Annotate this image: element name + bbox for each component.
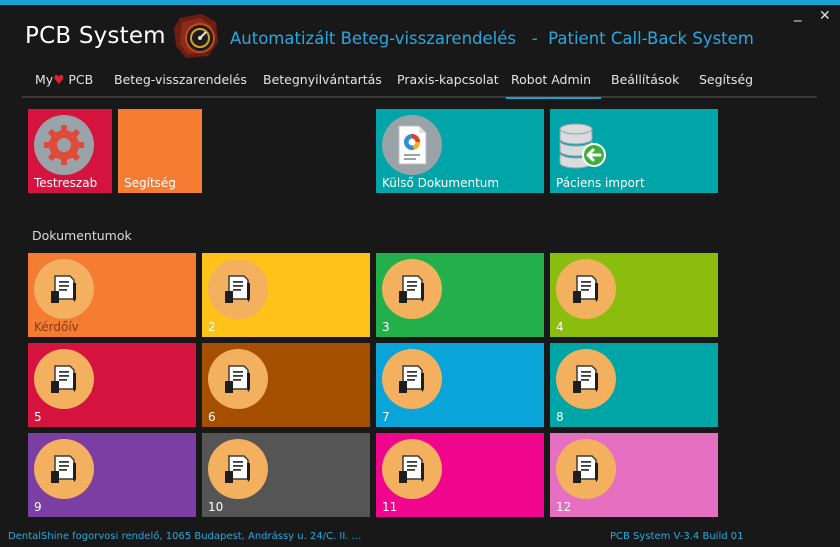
- document-pen-icon: [46, 361, 82, 397]
- gear-icon: [42, 123, 86, 167]
- document-pen-icon: [394, 451, 430, 487]
- app-tagline: Automatizált Beteg-visszarendelés - Pati…: [230, 29, 754, 48]
- document-pen-icon: [568, 361, 604, 397]
- document-icon-circle: [208, 349, 268, 409]
- document-tile[interactable]: 5: [28, 343, 196, 427]
- menu-item-beallitasok[interactable]: Beállítások: [611, 72, 679, 87]
- document-tile-label: 5: [34, 410, 42, 424]
- app-logo: [172, 12, 222, 60]
- document-pen-icon: [394, 271, 430, 307]
- document-pen-icon: [220, 271, 256, 307]
- document-icon-circle: [382, 349, 442, 409]
- document-tile-label: 12: [556, 500, 572, 514]
- document-tile[interactable]: 8: [550, 343, 718, 427]
- menu-item-my-pcb-suffix: PCB: [64, 72, 94, 87]
- tile-testreszab[interactable]: Testreszab: [28, 109, 112, 193]
- main-menu: My♥ PCB Beteg-visszarendelés Betegnyilvá…: [22, 66, 817, 99]
- document-tile-label: 11: [382, 500, 398, 514]
- menu-item-my-pcb[interactable]: My♥ PCB: [35, 72, 93, 87]
- tile-segitseg[interactable]: Segítség: [118, 109, 202, 193]
- tile-kulso-dokumentum-icon-circle: [382, 115, 442, 175]
- document-icon-circle: [34, 349, 94, 409]
- document-icon-circle: [556, 349, 616, 409]
- document-tile[interactable]: 12: [550, 433, 718, 517]
- close-button[interactable]: ✕: [819, 8, 831, 24]
- document-tile-label: 6: [208, 410, 216, 424]
- document-tile-label: 2: [208, 320, 216, 334]
- menu-item-betegnyilvantartas[interactable]: Betegnyilvántartás: [263, 72, 382, 87]
- footer-version: PCB System V-3.4 Build 01: [610, 531, 744, 542]
- tile-kulso-dokumentum[interactable]: Külső Dokumentum: [376, 109, 544, 193]
- menu-item-my-pcb-prefix: My: [35, 72, 54, 87]
- document-pen-icon: [394, 361, 430, 397]
- document-tile-label: 10: [208, 500, 224, 514]
- document-tile[interactable]: 4: [550, 253, 718, 337]
- tile-paciens-import-label: Páciens import: [556, 176, 645, 190]
- document-pen-icon: [46, 271, 82, 307]
- document-pen-icon: [220, 361, 256, 397]
- document-tile[interactable]: 7: [376, 343, 544, 427]
- minimize-button[interactable]: _: [794, 4, 802, 22]
- document-tile-label: Kérdőív: [34, 320, 79, 334]
- top-accent-bar: [0, 0, 840, 5]
- document-icon-circle: [382, 439, 442, 499]
- document-icon-circle: [34, 439, 94, 499]
- menu-item-segitseg[interactable]: Segítség: [699, 72, 753, 87]
- document-tile-label: 8: [556, 410, 564, 424]
- document-tile[interactable]: 2: [202, 253, 370, 337]
- document-icon-circle: [34, 259, 94, 319]
- document-pen-icon: [220, 451, 256, 487]
- document-tile[interactable]: 11: [376, 433, 544, 517]
- tile-paciens-import[interactable]: Páciens import: [550, 109, 718, 193]
- database-import-icon: [556, 121, 608, 171]
- document-pen-icon: [568, 451, 604, 487]
- menu-item-robot-admin[interactable]: Robot Admin: [505, 72, 602, 99]
- document-tile-label: 4: [556, 320, 564, 334]
- document-icon-circle: [208, 439, 268, 499]
- document-tile[interactable]: 6: [202, 343, 370, 427]
- document-icon-circle: [556, 259, 616, 319]
- menu-item-beteg-visszarendeles[interactable]: Beteg-visszarendelés: [114, 72, 247, 87]
- document-tile-label: 7: [382, 410, 390, 424]
- tile-testreszab-icon-circle: [34, 115, 94, 175]
- document-tile[interactable]: 10: [202, 433, 370, 517]
- document-icon-circle: [382, 259, 442, 319]
- document-icon-circle: [556, 439, 616, 499]
- footer-practice-info: DentalShine fogorvosi rendelő, 1065 Buda…: [8, 531, 362, 542]
- document-tile[interactable]: Kérdőív: [28, 253, 196, 337]
- document-icon-circle: [208, 259, 268, 319]
- document-tile[interactable]: 3: [376, 253, 544, 337]
- document-chart-icon: [393, 123, 431, 167]
- document-tile-label: 9: [34, 500, 42, 514]
- heart-icon: ♥: [53, 72, 65, 87]
- document-tile-label: 3: [382, 320, 390, 334]
- app-title: PCB System: [25, 23, 166, 49]
- document-pen-icon: [46, 451, 82, 487]
- document-pen-icon: [568, 271, 604, 307]
- menu-item-praxis-kapcsolat[interactable]: Praxis-kapcsolat: [397, 72, 499, 87]
- tile-kulso-dokumentum-label: Külső Dokumentum: [382, 176, 500, 190]
- tile-testreszab-label: Testreszab: [34, 176, 98, 190]
- tile-segitseg-label: Segítség: [124, 176, 176, 190]
- document-tile[interactable]: 9: [28, 433, 196, 517]
- section-title-dokumentumok: Dokumentumok: [32, 228, 132, 243]
